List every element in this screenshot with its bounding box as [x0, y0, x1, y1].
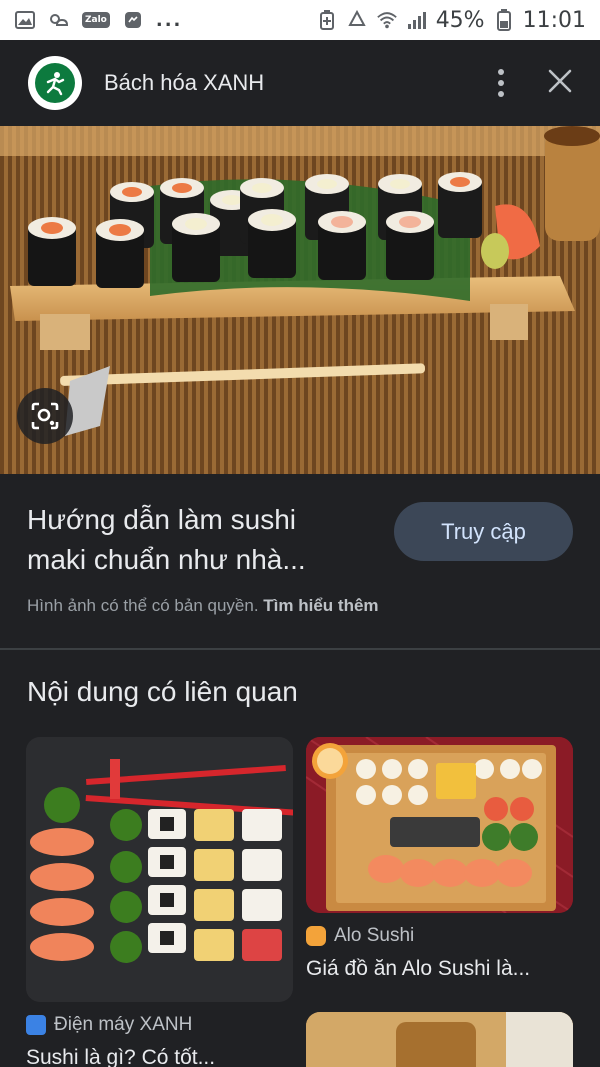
wifi-icon — [376, 10, 398, 30]
clock: 11:01 — [522, 7, 586, 33]
result-title[interactable]: Hướng dẫn làm sushi maki chuẩn như nhà..… — [27, 500, 357, 580]
more-notifications: ... — [155, 9, 183, 31]
related-card-image-2[interactable] — [306, 737, 573, 913]
related-card-image-3[interactable] — [306, 1012, 573, 1067]
gallery-icon — [14, 10, 36, 30]
visit-button[interactable]: Truy cập — [394, 502, 573, 561]
weather-icon — [48, 10, 70, 30]
lens-search-button[interactable] — [17, 388, 73, 444]
source-label: Điện máy XANH — [54, 1014, 193, 1035]
dien-may-xanh-favicon-icon — [26, 1015, 46, 1035]
source-label: Alo Sushi — [334, 925, 415, 946]
related-card-source-1[interactable]: Điện máy XANH — [26, 1014, 192, 1036]
signal-icon — [406, 10, 428, 30]
battery-percent: 45% — [435, 7, 485, 33]
image-viewer-header: Bách hóa XANH — [0, 40, 600, 126]
main-sushi-image[interactable] — [0, 126, 600, 474]
more-options-icon[interactable] — [494, 65, 508, 101]
battery-saver-icon — [316, 10, 338, 30]
related-card-title-1[interactable]: Sushi là gì? Có tốt... — [26, 1046, 215, 1067]
copyright-notice: Hình ảnh có thể có bản quyền. Tìm hiểu t… — [27, 596, 379, 616]
lens-icon — [31, 402, 59, 430]
battery-icon — [493, 9, 515, 31]
related-card-source-2[interactable]: Alo Sushi — [306, 925, 414, 947]
learn-more-link[interactable]: Tìm hiểu thêm — [263, 596, 378, 615]
close-icon[interactable] — [548, 69, 572, 98]
site-name[interactable]: Bách hóa XANH — [104, 70, 264, 96]
alo-sushi-favicon-icon — [306, 926, 326, 946]
recycle-icon — [346, 10, 368, 30]
related-content-heading: Nội dung có liên quan — [27, 676, 298, 707]
status-bar: Zalo ... 45% 11:01 — [0, 0, 600, 40]
copyright-text: Hình ảnh có thể có bản quyền. — [27, 596, 259, 615]
bach-hoa-xanh-logo-icon — [35, 63, 75, 103]
site-logo[interactable] — [28, 56, 82, 110]
related-card-title-2[interactable]: Giá đồ ăn Alo Sushi là... — [306, 957, 530, 981]
zalo-icon: Zalo — [82, 12, 110, 28]
related-card-image-1[interactable] — [26, 737, 293, 1002]
divider — [0, 648, 600, 650]
messenger-icon — [122, 10, 144, 30]
result-info: Hướng dẫn làm sushi maki chuẩn như nhà..… — [0, 474, 600, 648]
